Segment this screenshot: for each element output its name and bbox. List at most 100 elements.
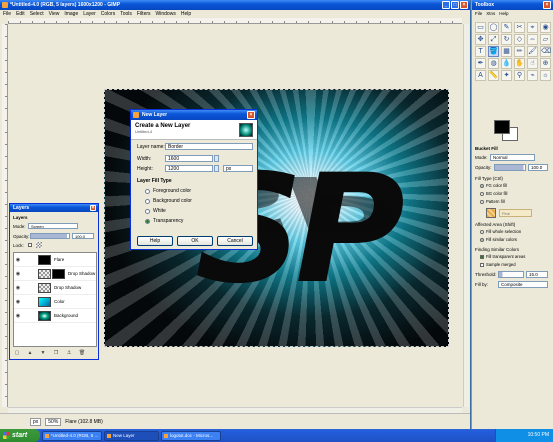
new-layer-titlebar[interactable]: New Layer × xyxy=(131,110,257,120)
anchor-layer-icon[interactable]: ⚓ xyxy=(65,350,73,357)
pattern-fill-radio[interactable]: Pattern fill xyxy=(480,199,505,204)
raise-layer-icon[interactable]: ▲ xyxy=(26,350,34,357)
bg-color-fill-radio[interactable]: BG color fill xyxy=(480,191,507,196)
layer-row[interactable]: ◉ Color xyxy=(14,295,96,309)
eraser-tool-icon[interactable]: ⌫ xyxy=(540,46,551,57)
maximize-button[interactable]: □ xyxy=(451,1,459,9)
opacity-slider[interactable] xyxy=(30,233,70,239)
layer-row[interactable]: ◉ Flare xyxy=(14,253,96,267)
rotate-tool-icon[interactable]: ↻ xyxy=(501,34,512,45)
unit-select[interactable]: px xyxy=(223,165,253,172)
layer-row[interactable]: ◉ Background xyxy=(14,309,96,323)
menu-file[interactable]: File xyxy=(475,10,482,17)
clone-tool-icon[interactable]: ◍ xyxy=(488,58,499,69)
bucket-fill-tool-icon[interactable]: 🪣 xyxy=(488,46,499,57)
opacity-field[interactable]: 100.0 xyxy=(72,233,94,239)
fill-mode-select[interactable]: Normal xyxy=(490,154,535,161)
zoom-select[interactable]: 50% xyxy=(45,417,62,426)
fuzzy-select-tool-icon[interactable]: ⌖ xyxy=(527,22,538,33)
paintbrush-tool-icon[interactable]: 🖌 xyxy=(527,46,538,57)
close-button[interactable]: × xyxy=(543,1,551,9)
taskbar-item-word[interactable]: logotut.doc - Micros... xyxy=(161,430,221,441)
fill-similar-colors-radio[interactable]: Fill similar colors xyxy=(480,237,517,242)
threshold-field[interactable]: 15.0 xyxy=(526,271,548,278)
close-button[interactable]: × xyxy=(460,1,468,9)
help-button[interactable]: Help xyxy=(137,236,173,246)
toolbox-titlebar[interactable]: Toolbox × xyxy=(472,0,553,10)
measure-tool-icon[interactable]: 📏 xyxy=(488,70,499,81)
scissors-tool-icon[interactable]: ✂ xyxy=(514,22,525,33)
ellipse-select-tool-icon[interactable]: ◯ xyxy=(488,22,499,33)
layers-titlebar[interactable]: Layers × xyxy=(10,204,98,212)
scale-tool-icon[interactable]: ⤢ xyxy=(488,34,499,45)
layer-name-field[interactable]: Border xyxy=(165,143,253,150)
menu-layer[interactable]: Layer xyxy=(83,10,96,18)
threshold-slider[interactable] xyxy=(498,271,524,278)
fill-foreground-radio[interactable]: Foreground color xyxy=(145,188,191,194)
close-button[interactable]: × xyxy=(247,111,255,119)
unit-select[interactable]: px xyxy=(30,417,42,426)
pattern-preview[interactable] xyxy=(486,208,496,218)
blur-tool-icon[interactable]: 💧 xyxy=(501,58,512,69)
mode-select[interactable]: Screen xyxy=(28,223,78,229)
fill-whole-selection-radio[interactable]: Fill whole selection xyxy=(480,229,521,234)
cancel-button[interactable]: Cancel xyxy=(217,236,253,246)
rect-select-tool-icon[interactable]: ▭ xyxy=(475,22,486,33)
taskbar-item-gimp[interactable]: *Untitled-4.0 (RGB, 5 ... xyxy=(42,430,102,441)
eye-icon[interactable]: ◉ xyxy=(14,257,22,263)
fill-transparent-checkbox[interactable]: Fill transparent areas xyxy=(480,254,525,259)
fill-opacity-slider[interactable] xyxy=(494,164,526,171)
menu-file[interactable]: File xyxy=(3,10,11,18)
menu-colors[interactable]: Colors xyxy=(101,10,115,18)
fill-opacity-field[interactable]: 100.0 xyxy=(528,164,548,171)
menu-help[interactable]: Help xyxy=(499,10,508,17)
shear-tool-icon[interactable]: ◇ xyxy=(514,34,525,45)
fill-by-select[interactable]: Composite xyxy=(498,281,548,288)
duplicate-layer-icon[interactable]: ❐ xyxy=(52,350,60,357)
menu-help[interactable]: Help xyxy=(181,10,191,18)
airbrush-tool-icon[interactable]: ⌁ xyxy=(527,70,538,81)
pencil-tool-icon[interactable]: ✏ xyxy=(514,46,525,57)
sample-merged-checkbox[interactable]: Sample merged xyxy=(480,262,516,267)
taskbar-item-new-layer[interactable]: New Layer xyxy=(104,430,159,441)
layer-row[interactable]: ◉ Drop Shadow xyxy=(14,281,96,295)
heal-tool-icon[interactable]: ✦ xyxy=(501,70,512,81)
smudge-tool-icon[interactable]: ✋ xyxy=(514,58,525,69)
fill-transparency-radio[interactable]: Transparency xyxy=(145,218,183,224)
menu-select[interactable]: Select xyxy=(30,10,44,18)
flip-tool-icon[interactable]: ⇔ xyxy=(527,34,538,45)
color-picker-tool-icon[interactable]: ⚲ xyxy=(514,70,525,81)
zoom-tool-icon[interactable]: ⊕ xyxy=(540,58,551,69)
move-tool-icon[interactable]: ✥ xyxy=(475,34,486,45)
lower-layer-icon[interactable]: ▼ xyxy=(39,350,47,357)
eye-icon[interactable]: ◉ xyxy=(14,285,22,291)
menu-view[interactable]: View xyxy=(49,10,60,18)
width-spinner[interactable] xyxy=(214,155,219,162)
ink-tool-icon[interactable]: ✒ xyxy=(475,58,486,69)
layer-list[interactable]: ◉ Flare ◉ Drop Shadow ◉ Drop Shadow ◉ Co… xyxy=(13,252,97,347)
close-button[interactable]: × xyxy=(90,205,96,211)
menu-tools[interactable]: Tools xyxy=(120,10,132,18)
image-window-titlebar[interactable]: *Untitled-4.0 (RGB, 5 layers) 1600x1200 … xyxy=(0,0,470,10)
perspective-tool-icon[interactable]: ▱ xyxy=(540,34,551,45)
height-spinner[interactable] xyxy=(214,165,219,172)
lock-pixels-checkbox[interactable] xyxy=(28,243,32,247)
delete-layer-icon[interactable]: 🗑 xyxy=(78,350,86,357)
free-select-tool-icon[interactable]: ✎ xyxy=(501,22,512,33)
levels-tool-icon[interactable]: ☼ xyxy=(540,70,551,81)
menu-edit[interactable]: Edit xyxy=(16,10,25,18)
start-button[interactable]: start xyxy=(0,429,40,442)
fill-background-radio[interactable]: Background color xyxy=(145,198,192,204)
menu-image[interactable]: Image xyxy=(64,10,78,18)
text-tool-icon[interactable]: T xyxy=(475,46,486,57)
eye-icon[interactable]: ◉ xyxy=(14,271,22,277)
height-field[interactable]: 1200 xyxy=(165,165,213,172)
menu-windows[interactable]: Windows xyxy=(156,10,176,18)
fg-color-fill-radio[interactable]: FG color fill xyxy=(480,183,507,188)
menu-xtns[interactable]: Xtns xyxy=(486,10,495,17)
ok-button[interactable]: OK xyxy=(177,236,213,246)
dodge-tool-icon[interactable]: ☝ xyxy=(527,58,538,69)
layer-row[interactable]: ◉ Drop Shadow xyxy=(14,267,96,281)
minimize-button[interactable]: _ xyxy=(442,1,450,9)
eye-icon[interactable]: ◉ xyxy=(14,299,22,305)
